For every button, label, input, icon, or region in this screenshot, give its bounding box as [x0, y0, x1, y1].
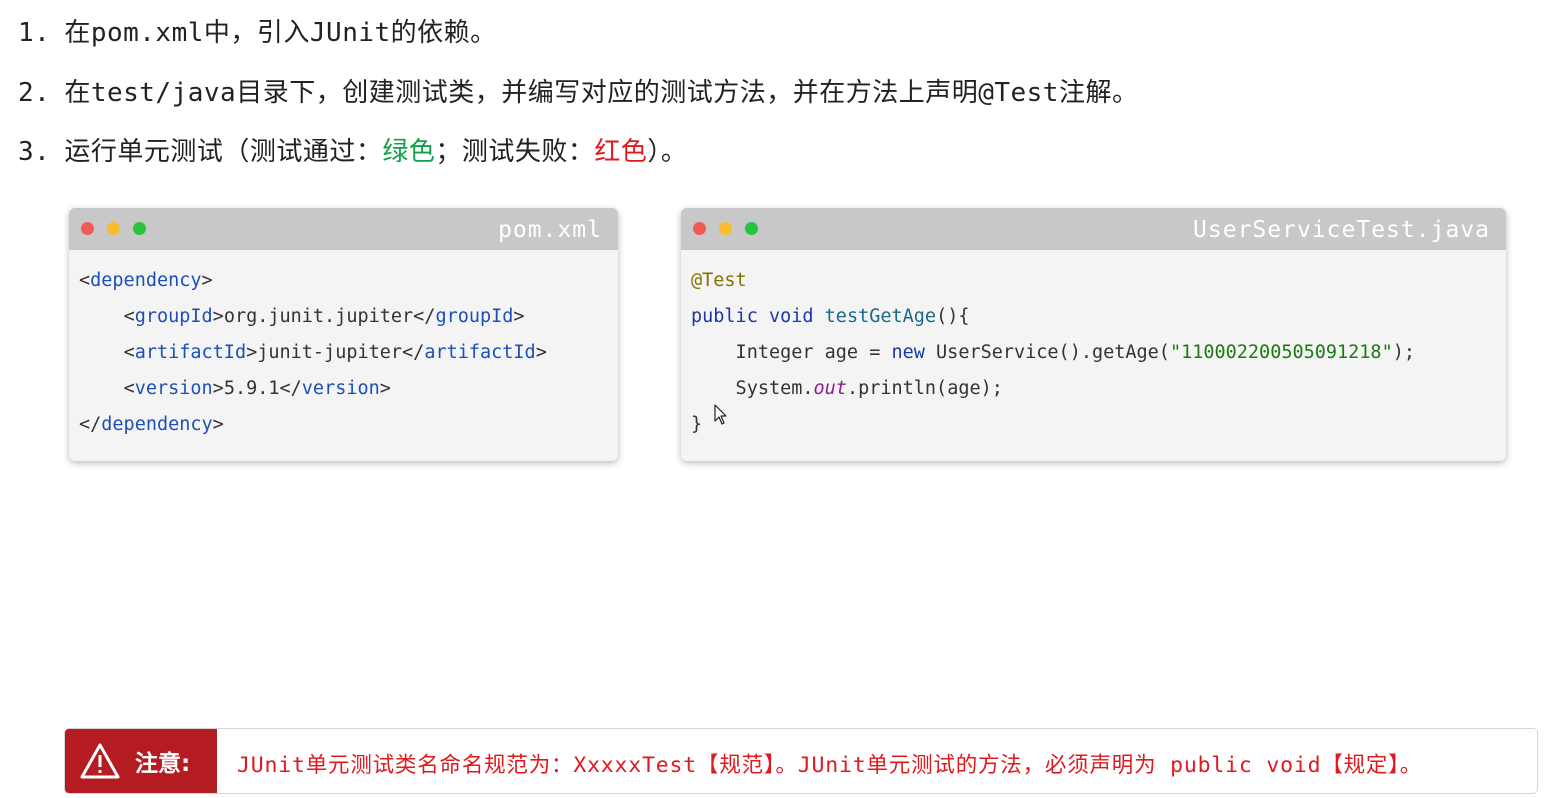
fail-color-label: 红色 [594, 137, 648, 167]
step-text: 运行单元测试（测试通过： [64, 137, 383, 167]
window-titlebar: UserServiceTest.java [681, 208, 1506, 250]
step-number: 2. [18, 78, 51, 108]
pom-xml-window: pom.xml <dependency> <groupId>org.junit.… [69, 208, 618, 461]
window-filename: UserServiceTest.java [1193, 217, 1490, 243]
step-number: 3. [18, 137, 51, 167]
step-2: 2. 在test/java目录下，创建测试类，并编写对应的测试方法，并在方法上声明… [18, 72, 1138, 109]
maximize-dot-icon [133, 222, 146, 235]
code-line: <groupId>org.junit.jupiter</groupId> [123, 306, 525, 327]
window-filename: pom.xml [498, 217, 602, 243]
step-3: 3. 运行单元测试（测试通过：绿色；测试失败：红色）。 [18, 131, 687, 168]
code-line: public void testGetAge(){ [691, 306, 970, 327]
step-text: ）。 [647, 137, 688, 167]
notice-badge: 注意: [65, 729, 217, 793]
close-dot-icon [693, 222, 706, 235]
window-titlebar: pom.xml [69, 208, 618, 250]
warning-icon [80, 743, 120, 779]
maximize-dot-icon [745, 222, 758, 235]
minimize-dot-icon [107, 222, 120, 235]
code-line: <version>5.9.1</version> [123, 378, 391, 399]
notice-banner: 注意: JUnit单元测试类名命名规范为：XxxxxTest【规范】。JUnit… [64, 728, 1538, 794]
step-text: 在test/java目录下，创建测试类，并编写对应的测试方法，并在方法上声明@T… [64, 78, 1139, 108]
minimize-dot-icon [719, 222, 732, 235]
code-line: System.out.println(age); [691, 378, 1003, 399]
code-line: <artifactId>junit-jupiter</artifactId> [123, 342, 547, 363]
step-text: ；测试失败： [435, 137, 595, 167]
pass-color-label: 绿色 [382, 137, 436, 167]
user-service-test-window: UserServiceTest.java @Test public void t… [681, 208, 1506, 461]
close-dot-icon [81, 222, 94, 235]
step-number: 1. [18, 18, 51, 48]
code-line: } [691, 414, 703, 435]
step-text: 在pom.xml中，引入JUnit的依赖。 [64, 18, 497, 48]
code-line: @Test [691, 270, 747, 291]
notice-label: 注意: [135, 751, 191, 777]
mouse-cursor-icon [714, 404, 727, 425]
code-block: @Test public void testGetAge(){ Integer … [681, 250, 1506, 448]
code-block: <dependency> <groupId>org.junit.jupiter<… [69, 250, 618, 448]
code-line: </dependency> [79, 414, 224, 435]
notice-text: JUnit单元测试类名命名规范为：XxxxxTest【规范】。JUnit单元测试… [237, 753, 1423, 778]
code-line: Integer age = new UserService().getAge("… [691, 342, 1415, 363]
code-line: <dependency> [79, 270, 213, 291]
step-1: 1. 在pom.xml中，引入JUnit的依赖。 [18, 12, 497, 49]
